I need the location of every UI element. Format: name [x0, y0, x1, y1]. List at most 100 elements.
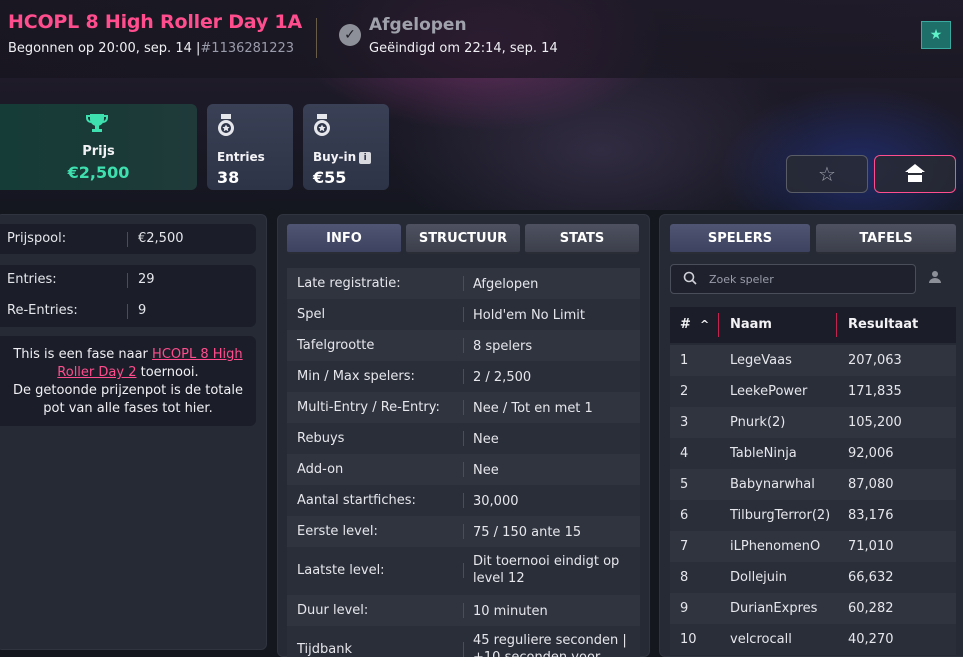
player-result: 60,282 — [848, 601, 894, 616]
info-value: Nee — [473, 432, 499, 447]
search-input[interactable] — [709, 270, 909, 288]
row-separator — [463, 307, 464, 322]
info-key: Tafelgrootte — [297, 338, 375, 353]
player-rank: 2 — [680, 384, 689, 399]
table-row[interactable]: 7 iLPhenomenO 71,010 — [670, 531, 956, 562]
player-name: iLPhenomenO — [730, 539, 821, 554]
prizepool-value: €2,500 — [138, 231, 184, 246]
info-key: Aantal startfiches: — [297, 493, 416, 508]
table-row[interactable]: 2 LeekePower 171,835 — [670, 376, 956, 407]
table-row[interactable]: 5 Babynarwhal 87,080 — [670, 469, 956, 500]
reentries-value: 9 — [138, 303, 147, 318]
entries-group: Entries: 29 Re-Entries: 9 — [0, 265, 256, 327]
player-rank: 7 — [680, 539, 689, 554]
prizepool-label: Prijspool: — [7, 231, 67, 246]
table-row[interactable]: 6 TilburgTerror(2) 83,176 — [670, 500, 956, 531]
reentries-label: Re-Entries: — [7, 303, 78, 318]
info-row: Min / Max spelers: 2 / 2,500 — [287, 361, 640, 392]
tab-info[interactable]: INFO — [287, 224, 401, 254]
row-separator — [463, 431, 464, 446]
player-rank: 10 — [680, 632, 697, 647]
info-row: Tafelgrootte 8 spelers — [287, 330, 640, 361]
table-row[interactable]: 1 LegeVaas 207,063 — [670, 345, 956, 376]
row-separator — [463, 524, 464, 539]
buyin-label-wrap: Buy-in i — [313, 150, 372, 164]
status-title: Afgelopen — [369, 15, 467, 35]
buyin-label: Buy-in — [313, 150, 357, 164]
check-circle-icon: ✓ — [339, 24, 361, 46]
row-separator — [127, 232, 128, 247]
player-rank: 9 — [680, 601, 689, 616]
player-result: 105,200 — [848, 415, 902, 430]
home-button[interactable] — [874, 155, 956, 193]
info-key: Duur level: — [297, 603, 369, 618]
entries-card: Entries 38 — [207, 104, 293, 190]
row-separator — [463, 369, 464, 384]
star-badge-icon[interactable]: ★ — [921, 21, 951, 49]
name-header[interactable]: Naam — [730, 317, 772, 332]
info-value: 10 minuten — [473, 604, 548, 619]
entries-row-label: Entries: — [7, 272, 57, 287]
search-icon — [683, 271, 697, 285]
player-result: 87,080 — [848, 477, 894, 492]
prizepool-row: Prijspool: €2,500 — [0, 224, 256, 254]
player-result: 171,835 — [848, 384, 902, 399]
table-row[interactable]: 4 TableNinja 92,006 — [670, 438, 956, 469]
buyin-card: Buy-in i €55 — [303, 104, 389, 190]
info-row: Aantal startfiches: 30,000 — [287, 485, 640, 516]
info-value: 30,000 — [473, 494, 519, 509]
info-row: Spel Hold'em No Limit — [287, 299, 640, 330]
player-search[interactable] — [670, 264, 916, 294]
table-row[interactable]: 8 Dollejuin 66,632 — [670, 562, 956, 593]
info-key: Rebuys — [297, 431, 345, 446]
tab-structure[interactable]: STRUCTUUR — [406, 224, 520, 254]
table-row[interactable]: 10 velcrocall 40,270 — [670, 624, 956, 655]
player-result: 71,010 — [848, 539, 894, 554]
info-value: Nee — [473, 463, 499, 478]
person-icon[interactable] — [928, 270, 944, 286]
player-rank: 3 — [680, 415, 689, 430]
header-divider — [316, 18, 317, 58]
player-rank: 1 — [680, 353, 689, 368]
info-table: Late registratie: Afgelopen Spel Hold'em N… — [287, 268, 640, 657]
player-name: Babynarwhal — [730, 477, 815, 492]
column-divider — [836, 313, 837, 337]
entries-row: Entries: 29 — [0, 265, 256, 295]
home-icon — [904, 163, 926, 184]
player-rank: 8 — [680, 570, 689, 585]
tab-tables[interactable]: TAFELS — [816, 224, 956, 254]
table-row[interactable]: 9 DurianExpres 60,282 — [670, 593, 956, 624]
info-value: Nee / Tot en met 1 — [473, 401, 593, 416]
player-result: 66,632 — [848, 570, 894, 585]
players-table-body: 1 LegeVaas 207,063 2 LeekePower 171,835 3 Pnu… — [670, 345, 956, 655]
info-value: 2 / 2,500 — [473, 370, 532, 385]
player-name: LeekePower — [730, 384, 808, 399]
info-key: Tijdbank — [297, 642, 353, 657]
row-separator — [127, 304, 128, 319]
medal-icon — [313, 114, 331, 138]
rank-header[interactable]: # — [680, 317, 691, 332]
info-icon[interactable]: i — [359, 152, 372, 164]
player-result: 40,270 — [848, 632, 894, 647]
info-value: Hold'em No Limit — [473, 308, 585, 323]
tab-stats[interactable]: STATS — [525, 224, 639, 254]
prize-card: Prijs €2,500 — [0, 104, 197, 190]
result-header[interactable]: Resultaat — [848, 317, 918, 332]
table-row[interactable]: 3 Pnurk(2) 105,200 — [670, 407, 956, 438]
player-name: Dollejuin — [730, 570, 787, 585]
info-value: 8 spelers — [473, 339, 533, 354]
medal-icon — [217, 114, 235, 138]
start-time: Begonnen op 20:00, sep. 14 — [8, 41, 192, 56]
player-name: TableNinja — [730, 446, 797, 461]
trophy-icon — [84, 112, 110, 136]
player-name: velcrocall — [730, 632, 792, 647]
player-name: DurianExpres — [730, 601, 818, 616]
tab-players[interactable]: SPELERS — [670, 224, 810, 254]
info-row: Multi-Entry / Re-Entry: Nee / Tot en met … — [287, 392, 640, 423]
favorite-button[interactable]: ☆ — [786, 155, 868, 193]
player-result: 83,176 — [848, 508, 894, 523]
sort-ascending-icon[interactable]: ^ — [700, 318, 709, 331]
player-result: 207,063 — [848, 353, 902, 368]
row-separator — [463, 563, 464, 578]
info-key: Eerste level: — [297, 524, 378, 539]
